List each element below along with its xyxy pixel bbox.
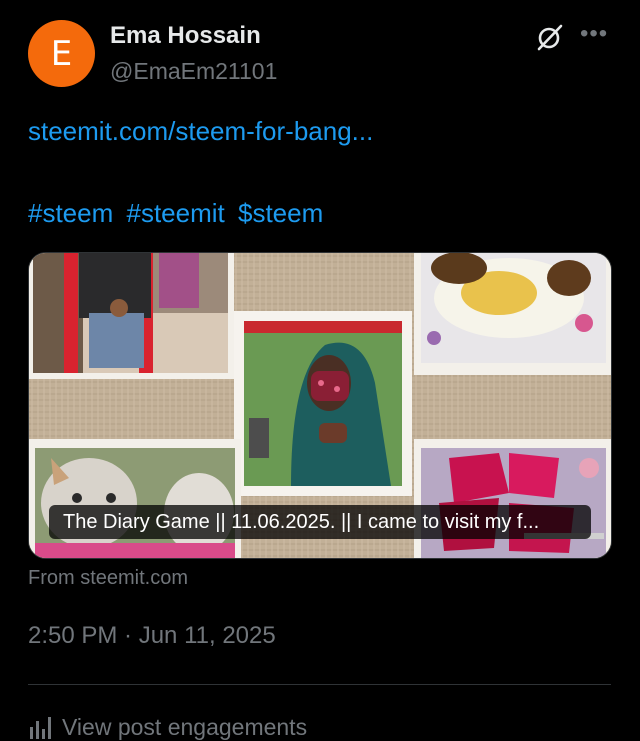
link-preview-card[interactable]: The Diary Game || 11.06.2025. || I came … [28,252,612,559]
collage-photo-portrait [234,311,412,496]
hashtag-list: #steem #steemit $steem [28,198,329,229]
author-name[interactable]: Ema Hossain [110,22,261,50]
divider [28,684,611,685]
card-title: The Diary Game || 11.06.2025. || I came … [49,505,591,539]
cashtag-steem[interactable]: $steem [238,198,323,228]
collage-photo-kitten [29,439,241,558]
collage-photo-chair [29,253,234,379]
collage-photo-fruit [414,439,611,558]
hashtag-steemit[interactable]: #steemit [127,198,225,228]
avatar[interactable]: E [28,20,95,87]
hashtag-steem[interactable]: #steem [28,198,113,228]
more-options-icon[interactable]: ••• [580,20,608,48]
author-handle[interactable]: @EmaEm21101 [110,58,277,85]
view-engagements-button[interactable]: View post engagements [28,714,307,741]
post-link[interactable]: steemit.com/steem-for-bang... [28,116,373,147]
post-timestamp[interactable]: 2:50 PM · Jun 11, 2025 [28,622,276,650]
view-engagements-label: View post engagements [62,714,308,740]
card-source[interactable]: From steemit.com [28,567,188,590]
collage-photo-food [414,253,611,375]
analytics-icon [30,716,51,739]
grok-slash-icon[interactable] [535,22,565,52]
